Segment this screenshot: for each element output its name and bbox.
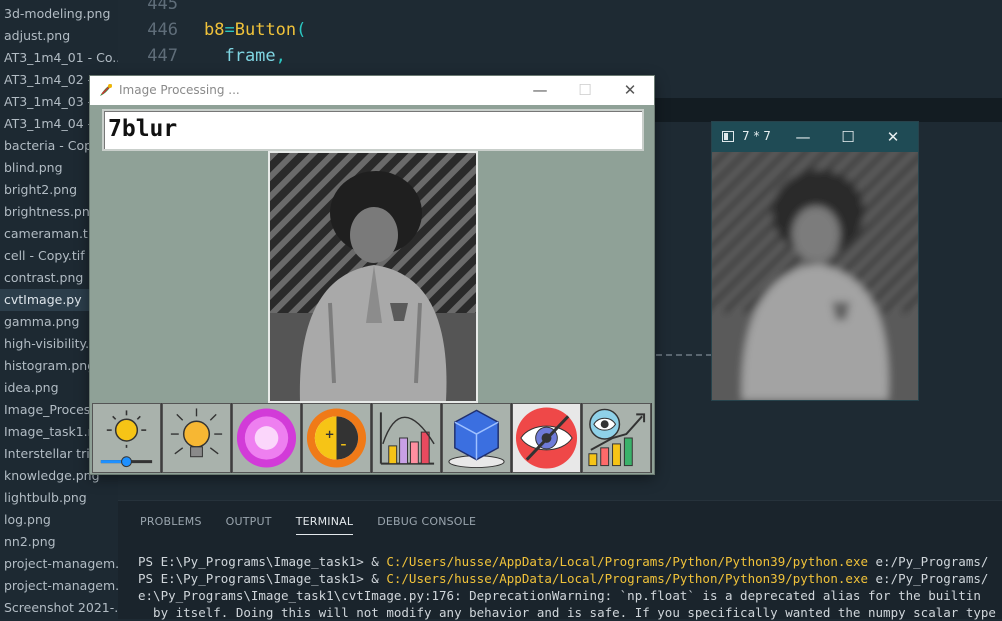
filter-name-entry[interactable]: 7blur xyxy=(102,109,644,151)
image-processing-window[interactable]: Image Processing ... — ☐ ✕ 7blur + – xyxy=(90,76,654,474)
terminal-output[interactable]: PS E:\Py_Programs\Image_task1> & C:/User… xyxy=(138,553,996,621)
lightbulb-button[interactable] xyxy=(162,403,231,473)
terminal-line: by itself. Doing this will not modify an… xyxy=(138,605,996,620)
blind-eye-icon xyxy=(515,407,578,469)
high-visibility-button[interactable] xyxy=(582,403,651,473)
result-window[interactable]: 7 * 7 — ☐ ✕ xyxy=(712,122,918,400)
minimize-button[interactable]: — xyxy=(530,80,550,100)
connector-dash xyxy=(656,354,712,356)
close-button[interactable]: ✕ xyxy=(882,127,904,147)
high-visibility-icon xyxy=(588,408,646,467)
file-item[interactable]: project-managem... xyxy=(0,553,118,575)
3d-cube-icon xyxy=(448,409,505,469)
maximize-button[interactable]: ☐ xyxy=(575,80,595,100)
window-title: Image Processing ... xyxy=(119,83,240,97)
terminal-line: e:\Py_Programs\Image_task1\cvtImage.py:1… xyxy=(138,588,981,603)
file-item[interactable]: adjust.png xyxy=(0,25,118,47)
code-line[interactable]: frame, xyxy=(204,46,285,66)
blind-eye-button[interactable] xyxy=(512,403,581,473)
svg-text:–: – xyxy=(340,437,346,451)
tab-debug-console[interactable]: DEBUG CONSOLE xyxy=(377,515,476,535)
histogram-icon xyxy=(379,412,435,465)
terminal-line: PS E:\Py_Programs\Image_task1> & C:/User… xyxy=(138,554,989,569)
glow-orb-icon xyxy=(236,408,297,468)
histogram-button[interactable] xyxy=(372,403,441,473)
tab-output[interactable]: OUTPUT xyxy=(226,515,272,535)
panel-tabs: PROBLEMS OUTPUT TERMINAL DEBUG CONSOLE xyxy=(140,515,500,535)
svg-text:+: + xyxy=(325,427,335,441)
brightness-slider-button[interactable] xyxy=(92,403,161,473)
source-image xyxy=(268,151,478,403)
title-bar[interactable]: 7 * 7 — ☐ ✕ xyxy=(712,122,918,152)
close-button[interactable]: ✕ xyxy=(620,80,640,100)
line-number: 445 xyxy=(147,0,178,14)
tab-terminal[interactable]: TERMINAL xyxy=(295,515,354,535)
title-bar[interactable]: Image Processing ... — ☐ ✕ xyxy=(90,76,654,105)
line-number: 447 xyxy=(147,46,178,66)
contrast-button[interactable]: + – xyxy=(302,403,371,473)
contrast-icon: +– xyxy=(306,408,367,468)
terminal-line: PS E:\Py_Programs\Image_task1> & C:/User… xyxy=(138,571,989,586)
lightbulb-icon xyxy=(170,408,223,458)
blurred-image xyxy=(712,152,918,400)
tk-feather-icon xyxy=(100,84,112,96)
maximize-button[interactable]: ☐ xyxy=(837,127,859,147)
file-item[interactable]: project-managem... xyxy=(0,575,118,597)
tab-problems[interactable]: PROBLEMS xyxy=(140,515,202,535)
bottom-panel: PROBLEMS OUTPUT TERMINAL DEBUG CONSOLE P… xyxy=(118,500,1002,621)
line-number: 446 xyxy=(147,20,178,40)
brightness-slider-icon xyxy=(100,410,153,468)
window-icon xyxy=(722,131,734,142)
3d-cube-button[interactable] xyxy=(442,403,511,473)
entry-text: 7blur xyxy=(108,116,178,142)
file-item[interactable]: nn2.png xyxy=(0,531,118,553)
file-item[interactable]: 3d-modeling.png xyxy=(0,3,118,25)
file-item[interactable]: lightbulb.png xyxy=(0,487,118,509)
code-line[interactable]: b8=Button( xyxy=(204,20,306,40)
minimize-button[interactable]: — xyxy=(792,127,814,147)
window-title: 7 * 7 xyxy=(742,129,771,143)
glow-orb-button[interactable] xyxy=(232,403,301,473)
file-item[interactable]: log.png xyxy=(0,509,118,531)
file-item[interactable]: Screenshot 2021-... xyxy=(0,597,118,619)
file-item[interactable]: AT3_1m4_01 - Co... xyxy=(0,47,118,69)
tool-button-bar: + – xyxy=(92,403,652,473)
